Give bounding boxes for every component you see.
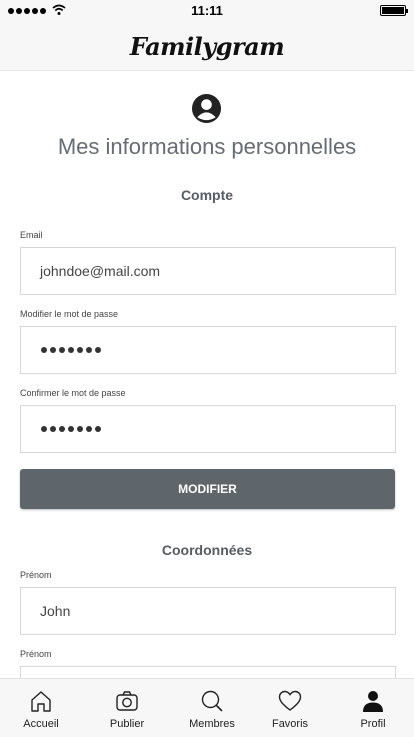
password-label: Modifier le mot de passe (20, 309, 119, 319)
confirm-password-field[interactable] (20, 405, 396, 453)
camera-icon (116, 691, 138, 711)
firstname-field[interactable]: John (20, 587, 396, 635)
status-bar: 11:11 (0, 0, 414, 22)
search-icon (201, 690, 223, 712)
account-section-title: Compte (180, 187, 234, 203)
firstname-label: Prénom (20, 570, 52, 580)
firstname-value: John (40, 603, 71, 619)
tab-profile[interactable]: Profil (332, 679, 414, 737)
tab-members[interactable]: Membres (171, 679, 253, 737)
tab-publish[interactable]: Publier (86, 679, 168, 737)
tab-profile-label: Profil (360, 718, 386, 730)
tab-favorites[interactable]: Favoris (249, 679, 331, 737)
user-circle-icon (191, 93, 222, 124)
password-mask (41, 347, 101, 353)
email-label: Email (20, 230, 43, 240)
profile-content[interactable]: Mes informations personnelles Compte Ema… (0, 71, 414, 678)
user-icon (363, 691, 383, 712)
second-firstname-label: Prénom (20, 649, 52, 659)
modify-button[interactable]: MODIFIER (20, 469, 395, 509)
password-field[interactable] (20, 326, 396, 374)
email-value: johndoe@mail.com (40, 263, 161, 279)
heart-icon (278, 690, 302, 711)
home-icon (31, 691, 51, 712)
app-header: Familygram (0, 22, 414, 71)
second-firstname-field[interactable] (20, 666, 396, 678)
tab-home[interactable]: Accueil (0, 679, 82, 737)
tab-home-label: Accueil (23, 718, 59, 730)
page-title: Mes informations personnelles (57, 134, 357, 159)
tab-members-label: Membres (189, 718, 235, 730)
confirm-password-label: Confirmer le mot de passe (20, 388, 126, 398)
tab-bar: Accueil Publier Membres Favoris Profil (0, 678, 414, 737)
battery-icon (380, 5, 408, 16)
tab-publish-label: Publier (109, 718, 145, 730)
email-field[interactable]: johndoe@mail.com (20, 247, 396, 295)
contact-section-title: Coordonnées (161, 542, 253, 558)
tab-favorites-label: Favoris (271, 718, 309, 730)
app-logo: Familygram (129, 32, 285, 61)
confirm-password-mask (41, 426, 101, 432)
status-time: 11:11 (191, 3, 223, 18)
